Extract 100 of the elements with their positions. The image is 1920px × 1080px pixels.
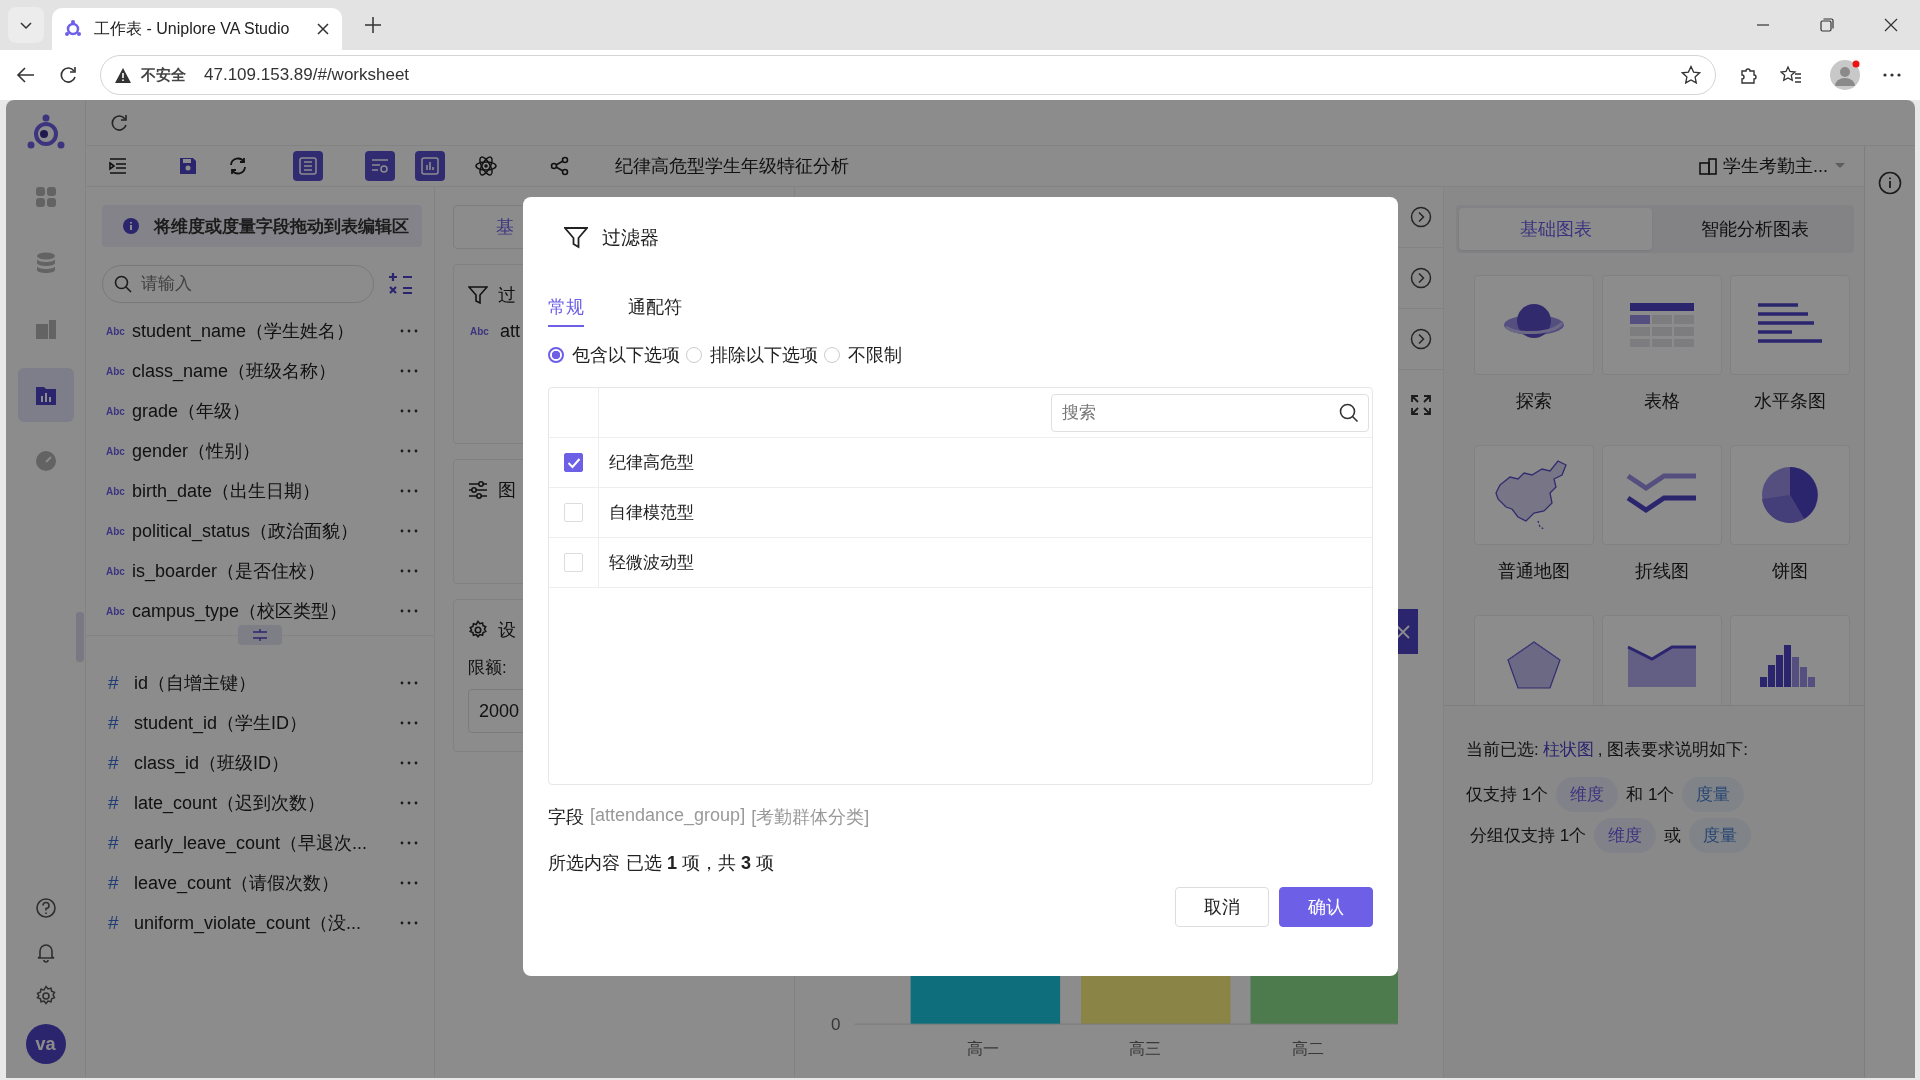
radio-option[interactable]: 排除以下选项 (686, 343, 818, 367)
checkbox[interactable] (564, 453, 583, 472)
close-icon[interactable] (316, 22, 330, 36)
user-avatar[interactable]: va (25, 1024, 66, 1064)
toolbar-button[interactable] (365, 151, 395, 181)
reload-icon[interactable] (58, 65, 78, 85)
confirm-button[interactable]: 确认 (1279, 887, 1373, 927)
field-name: att (500, 321, 520, 342)
rule-text: 仅支持 1个 (1466, 784, 1549, 806)
field-label: 字段 (548, 806, 584, 829)
browser-tab[interactable]: 工作表 - Uniplore VA Studio (52, 8, 342, 50)
tab[interactable]: 基础图表 (1459, 208, 1652, 250)
more-icon[interactable] (400, 681, 418, 685)
settings-icon[interactable] (34, 985, 57, 1007)
more-icon[interactable] (400, 409, 418, 413)
chart-type-card[interactable] (1474, 275, 1594, 375)
field-item[interactable]: Abc political_status（政治面貌） (102, 511, 422, 551)
chart-type-card[interactable] (1730, 445, 1850, 545)
field-name: [attendance_group] (590, 805, 746, 828)
field-item[interactable]: Abc gender（性别） (102, 431, 422, 471)
toolbar-button[interactable] (415, 151, 445, 181)
back-icon[interactable] (16, 65, 36, 85)
puzzle-icon[interactable] (1738, 65, 1758, 85)
search-field[interactable]: 请输入 (102, 265, 374, 303)
resize-handle[interactable] (238, 625, 282, 645)
field-item[interactable]: # student_id（学生ID） (102, 703, 422, 743)
chart-type-label: 饼图 (1772, 560, 1808, 583)
more-icon[interactable] (400, 801, 418, 805)
more-icon[interactable] (400, 881, 418, 885)
tab[interactable]: 智能分析图表 (1658, 208, 1851, 250)
more-icon[interactable] (400, 921, 418, 925)
chart-type-card[interactable] (1602, 275, 1722, 375)
axis-tick-label: 0 (831, 1015, 841, 1035)
area-chart-icon (1626, 643, 1698, 687)
more-icon[interactable] (400, 449, 418, 453)
chart-type-label: 折线图 (1635, 560, 1689, 583)
more-icon[interactable] (400, 721, 418, 725)
field-item[interactable]: # leave_count（请假次数） (102, 863, 422, 903)
more-icon[interactable] (400, 529, 418, 533)
requirement-text: , 图表要求说明如下: (1597, 739, 1748, 761)
tab-list-button[interactable] (8, 7, 44, 43)
grid-icon (34, 186, 57, 208)
more-icon[interactable] (400, 761, 418, 765)
chart-type-card[interactable] (1602, 445, 1722, 545)
chart-type-card[interactable] (1730, 275, 1850, 375)
profile-avatar[interactable] (1830, 60, 1860, 90)
field-item[interactable]: # early_leave_count（早退次... (102, 823, 422, 863)
rule-text: 或 (1664, 825, 1682, 847)
star-icon[interactable] (1681, 65, 1701, 85)
field-item[interactable]: # uniform_violate_count（没... (102, 903, 422, 943)
tab[interactable]: 通配符 (628, 291, 682, 327)
cancel-button[interactable]: 取消 (1175, 887, 1269, 927)
field-item[interactable]: # class_id（班级ID） (102, 743, 422, 783)
option-label: 纪律高危型 (609, 452, 694, 474)
help-icon[interactable] (34, 897, 57, 919)
more-icon[interactable] (1882, 72, 1902, 78)
close-icon[interactable] (1884, 18, 1898, 32)
axis-tick-label: 高三 (1128, 1039, 1163, 1059)
field-item[interactable]: Abc grade（年级） (102, 391, 422, 431)
selected-chart-link[interactable]: 柱状图 (1542, 738, 1594, 761)
worksheet-title: 纪律高危型学生年级特征分析 (615, 155, 849, 178)
radio-option[interactable]: 不限制 (824, 343, 902, 367)
fullscreen-icon[interactable] (1409, 394, 1432, 416)
refresh-icon[interactable] (109, 112, 129, 133)
more-icon[interactable] (400, 609, 418, 613)
chart-type-card[interactable] (1730, 615, 1850, 705)
field-item[interactable]: Abc student_name（学生姓名） (102, 311, 422, 351)
selected-label: 当前已选: (1466, 739, 1539, 761)
field-item[interactable]: Abc campus_type（校区类型） (102, 591, 422, 631)
field-item[interactable]: # id（自增主键） (102, 663, 422, 703)
chart-type-card[interactable] (1602, 615, 1722, 705)
search-field[interactable]: 搜索 (1051, 393, 1369, 432)
card-title: 图 (498, 479, 516, 502)
toolbar-button[interactable] (293, 151, 323, 181)
summary-label: 所选内容 (548, 852, 620, 875)
more-icon[interactable] (400, 841, 418, 845)
chart-type-label: 表格 (1644, 390, 1680, 413)
tab[interactable]: 常规 (548, 291, 584, 327)
radio-option[interactable]: 包含以下选项 (548, 343, 680, 367)
field-item[interactable]: # late_count（迟到次数） (102, 783, 422, 823)
field-item[interactable]: Abc is_boarder（是否住校） (102, 551, 422, 591)
favorites-icon[interactable] (1780, 65, 1802, 85)
dimension-tag: 维度 (1556, 777, 1619, 812)
new-tab-icon[interactable] (364, 16, 382, 34)
nav-item[interactable] (17, 368, 74, 422)
field-item[interactable]: Abc birth_date（出生日期） (102, 471, 422, 511)
restore-icon[interactable] (1820, 18, 1834, 32)
measure-tag: 度量 (1682, 777, 1745, 812)
dashboard-icon (34, 318, 57, 340)
more-icon[interactable] (400, 329, 418, 333)
calculator-icon[interactable] (388, 272, 414, 296)
info-icon[interactable] (1878, 171, 1902, 195)
more-icon[interactable] (400, 569, 418, 573)
share-icon (550, 156, 570, 176)
dataset-selector[interactable]: 学生考勤主... (1699, 154, 1846, 178)
field-item[interactable]: Abc class_name（班级名称） (102, 351, 422, 391)
type-label: Abc (470, 326, 490, 337)
tab-title: 工作表 - Uniplore VA Studio (94, 18, 291, 39)
more-icon[interactable] (400, 369, 418, 373)
more-icon[interactable] (400, 489, 418, 493)
